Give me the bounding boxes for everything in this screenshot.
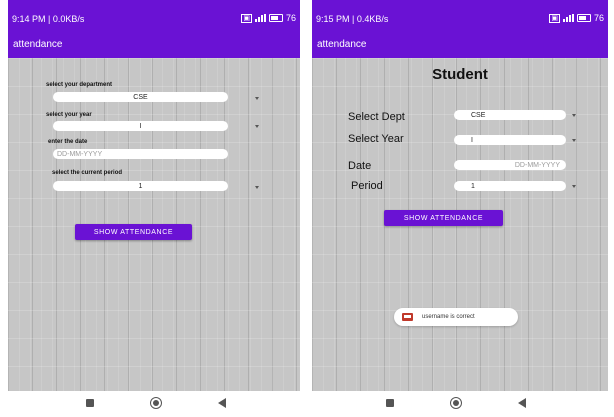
- year-label: Select Year: [348, 133, 404, 145]
- left-phone-screen: 9:14 PM | 0.0KB/s ▣ 76 attendance select…: [8, 0, 300, 417]
- date-input[interactable]: DD-MM-YYYY: [454, 160, 566, 170]
- period-label: select the current period: [52, 170, 123, 176]
- dept-label: Select Dept: [348, 111, 405, 123]
- signal-icon: [562, 14, 574, 22]
- year-spinner[interactable]: I: [53, 121, 228, 131]
- year-dropdown-icon[interactable]: [572, 139, 576, 142]
- battery-icon: [576, 14, 591, 22]
- show-attendance-button[interactable]: SHOW ATTENDANCE: [75, 224, 192, 240]
- status-time: 9:14 PM | 0.0KB/s: [12, 14, 85, 24]
- period-dropdown-icon[interactable]: [255, 186, 259, 189]
- back-icon[interactable]: [518, 398, 526, 408]
- toast-message: username is correct: [394, 308, 518, 326]
- year-label: select your year: [46, 112, 92, 118]
- year-spinner[interactable]: I: [454, 135, 566, 145]
- nav-bar: [312, 391, 608, 417]
- toast-text: username is correct: [422, 314, 475, 320]
- date-label: enter the date: [48, 139, 88, 145]
- department-dropdown-icon[interactable]: [255, 97, 259, 100]
- form-background: select your department CSE select your y…: [8, 58, 300, 391]
- period-label: Period: [351, 180, 383, 192]
- date-input[interactable]: DD-MM-YYYY: [53, 149, 228, 159]
- app-title: attendance: [317, 39, 367, 50]
- battery-level: 76: [593, 13, 604, 23]
- volte-icon: ▣: [549, 13, 560, 23]
- app-title: attendance: [13, 39, 63, 50]
- status-bar: 9:14 PM | 0.0KB/s ▣ 76: [8, 0, 300, 33]
- page-title: Student: [432, 66, 488, 83]
- department-spinner[interactable]: CSE: [53, 92, 228, 102]
- signal-icon: [254, 14, 266, 22]
- recents-icon[interactable]: [386, 399, 394, 407]
- status-icons: ▣ 76: [241, 13, 296, 23]
- nav-bar: [8, 391, 300, 417]
- app-bar: attendance: [8, 33, 300, 58]
- form-background: Student Select Dept CSE Select Year I Da…: [312, 58, 608, 391]
- app-icon: [402, 313, 413, 321]
- dept-spinner[interactable]: CSE: [454, 110, 566, 120]
- volte-icon: ▣: [241, 13, 252, 23]
- status-time: 9:15 PM | 0.4KB/s: [316, 14, 389, 24]
- recents-icon[interactable]: [86, 399, 94, 407]
- battery-level: 76: [285, 13, 296, 23]
- right-phone-screen: 9:15 PM | 0.4KB/s ▣ 76 attendance Studen…: [312, 0, 608, 417]
- back-icon[interactable]: [218, 398, 226, 408]
- home-icon[interactable]: [150, 397, 162, 409]
- home-icon[interactable]: [450, 397, 462, 409]
- battery-icon: [268, 14, 283, 22]
- year-dropdown-icon[interactable]: [255, 125, 259, 128]
- period-dropdown-icon[interactable]: [572, 185, 576, 188]
- date-label: Date: [348, 160, 372, 172]
- app-bar: attendance: [312, 33, 608, 58]
- dept-dropdown-icon[interactable]: [572, 114, 576, 117]
- period-spinner[interactable]: 1: [454, 181, 566, 191]
- period-spinner[interactable]: 1: [53, 181, 228, 191]
- show-attendance-button[interactable]: SHOW ATTENDANCE: [384, 210, 503, 226]
- status-icons: ▣ 76: [549, 13, 604, 23]
- department-label: select your department: [46, 82, 113, 88]
- status-bar: 9:15 PM | 0.4KB/s ▣ 76: [312, 0, 608, 33]
